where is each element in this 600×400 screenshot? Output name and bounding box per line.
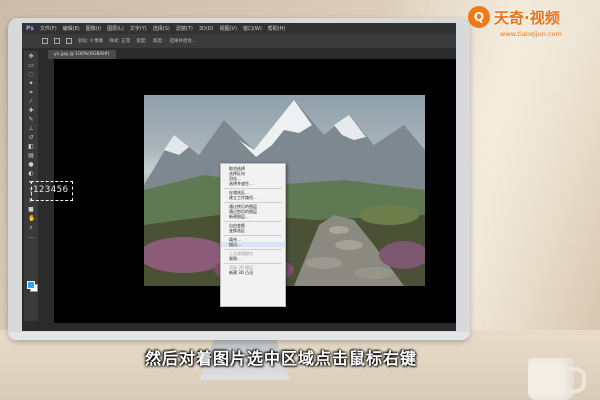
context-menu-item[interactable]: 新建 3D 凸出 (221, 270, 285, 275)
context-menu-separator (224, 248, 282, 250)
shape-tool-icon[interactable]: ■ (28, 207, 34, 213)
blur-tool-icon[interactable]: ● (28, 162, 34, 168)
select-and-mask-button[interactable]: 选择并遮住... (169, 38, 196, 44)
context-menu-separator (224, 220, 282, 222)
menu-help[interactable]: 帮助(H) (268, 25, 286, 32)
brand-name: 天奇·视频 (494, 8, 560, 27)
document-tab[interactable]: yn.jpg @ 100%(RGB/8#) (48, 50, 116, 59)
context-menu-item[interactable]: 变换选区 (221, 228, 285, 233)
context-menu-separator (224, 201, 282, 203)
selected-text-layer: 123456 (33, 185, 69, 195)
magic-wand-tool-icon[interactable]: ✦ (28, 81, 34, 87)
context-menu-separator (224, 262, 282, 264)
brand-watermark: Q 天奇·视频 (468, 6, 560, 28)
feather-field[interactable]: 羽化: 0 像素 (78, 38, 103, 44)
menu-type[interactable]: 文字(Y) (130, 25, 147, 32)
healing-tool-icon[interactable]: ✚ (28, 108, 34, 114)
brush-tool-icon[interactable]: ✎ (28, 117, 34, 123)
context-menu-item[interactable]: 描边... (221, 242, 285, 247)
context-menu-separator (224, 234, 282, 236)
menu-window[interactable]: 窗口(W) (243, 25, 262, 32)
new-selection-icon[interactable] (42, 38, 48, 44)
zoom-tool-icon[interactable]: ⌕ (28, 225, 34, 231)
gradient-tool-icon[interactable]: ▤ (28, 153, 34, 159)
foreground-color-swatch[interactable] (27, 281, 35, 289)
context-menu: 取消选择 选择反向 羽化... 选择并遮住... 存储选区... 建立工作路径... 通过拷… (220, 163, 286, 307)
monitor: Ps 文件(F) 编辑(E) 图像(I) 图层(L) 文字(Y) 选择(S) 滤… (8, 18, 470, 340)
menu-select[interactable]: 选择(S) (153, 25, 170, 32)
stamp-tool-icon[interactable]: ⊥ (28, 126, 34, 132)
eyedropper-tool-icon[interactable]: ⁄ (28, 99, 34, 105)
hand-tool-icon[interactable]: ✋ (28, 216, 35, 222)
style-select[interactable]: 样式: 正常 (109, 38, 130, 44)
history-brush-icon[interactable]: ↺ (28, 135, 34, 141)
brand-url: www.tianqijun.com (500, 30, 562, 38)
context-menu-separator (224, 187, 282, 189)
brand-logo-icon: Q (468, 6, 490, 28)
context-menu-item[interactable]: 选择并遮住... (221, 181, 285, 186)
menu-view[interactable]: 视图(V) (220, 25, 237, 32)
dodge-tool-icon[interactable]: ◐ (28, 171, 34, 177)
context-menu-item[interactable]: 新建图层... (221, 214, 285, 219)
move-tool-icon[interactable]: ✥ (28, 54, 34, 60)
more-tools-icon[interactable]: … (28, 234, 34, 240)
coffee-mug-handle (568, 367, 586, 393)
options-bar: 羽化: 0 像素 样式: 正常 宽度: 高度: 选择并遮住... (22, 34, 456, 48)
subtract-selection-icon[interactable] (66, 38, 72, 44)
width-field[interactable]: 宽度: (136, 38, 147, 44)
monitor-chin (8, 332, 470, 340)
menu-3d[interactable]: 3D(D) (199, 26, 214, 32)
menu-file[interactable]: 文件(F) (40, 25, 57, 32)
menu-image[interactable]: 图像(I) (86, 25, 101, 32)
height-field[interactable]: 高度: (153, 38, 164, 44)
menu-filter[interactable]: 滤镜(T) (176, 25, 193, 32)
video-caption: 然后对着图片选中区域点击鼠标右键 (145, 349, 418, 368)
eraser-tool-icon[interactable]: ◧ (28, 144, 34, 150)
context-menu-item[interactable]: 建立工作路径... (221, 195, 285, 200)
photoshop-logo-icon: Ps (26, 25, 34, 32)
photoshop-window: Ps 文件(F) 编辑(E) 图像(I) 图层(L) 文字(Y) 选择(S) 滤… (22, 23, 456, 331)
menu-edit[interactable]: 编辑(E) (63, 25, 80, 32)
marquee-tool-icon[interactable]: ▭ (28, 63, 34, 69)
context-menu-item[interactable]: 渐隐... (221, 256, 285, 261)
lasso-tool-icon[interactable]: ◌ (28, 72, 34, 78)
add-selection-icon[interactable] (54, 38, 60, 44)
crop-tool-icon[interactable]: ⌗ (28, 90, 34, 96)
menu-layer[interactable]: 图层(L) (107, 25, 124, 32)
menu-bar: Ps 文件(F) 编辑(E) 图像(I) 图层(L) 文字(Y) 选择(S) 滤… (22, 23, 456, 34)
